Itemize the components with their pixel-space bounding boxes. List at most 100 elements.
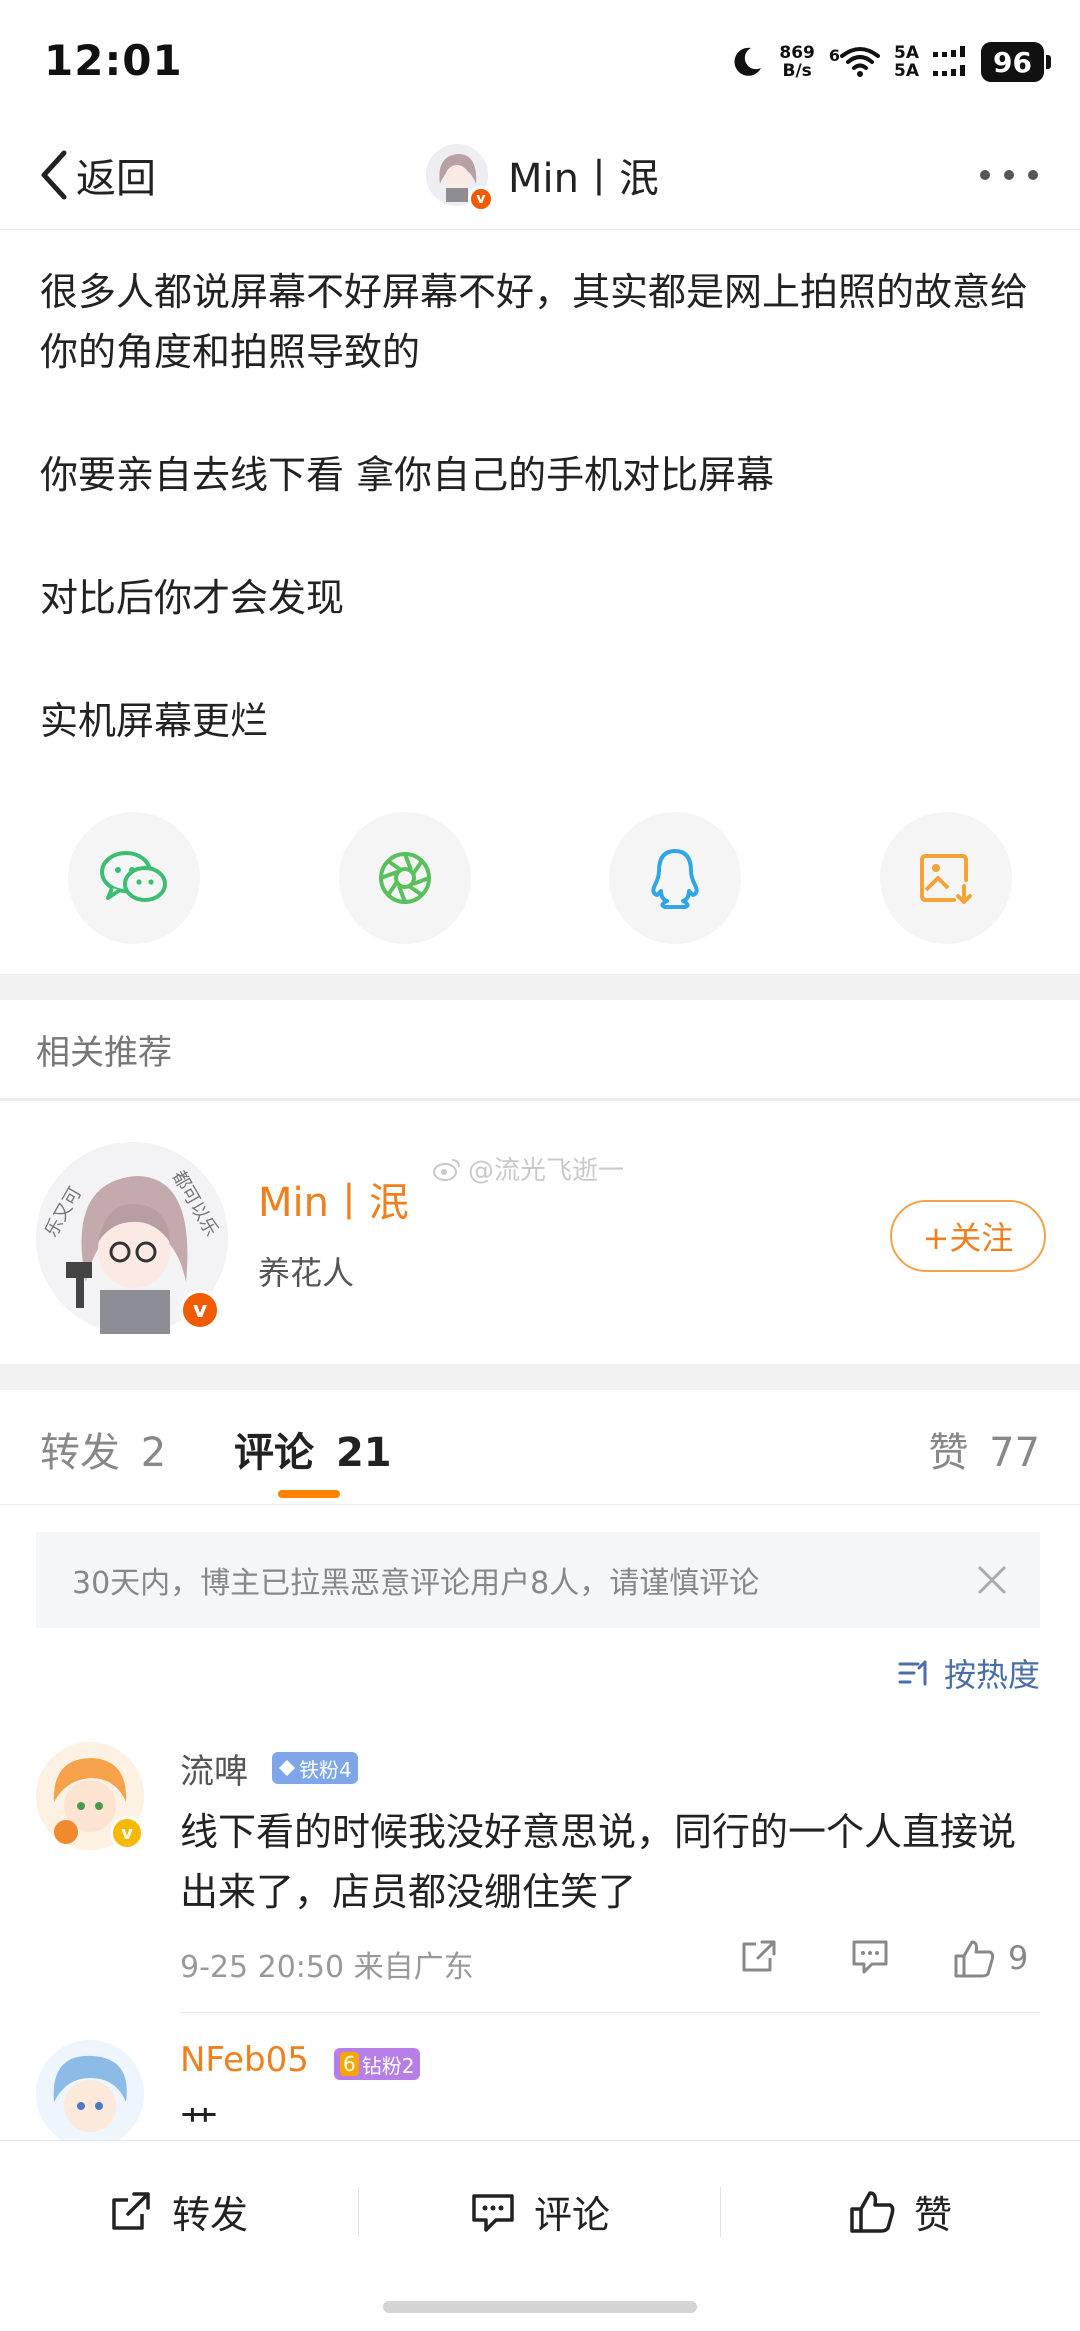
comment-label: 评论: [534, 2192, 611, 2237]
status-time: 12:01: [44, 36, 183, 85]
save-image-icon: [919, 854, 972, 904]
cell-signal: 5A 5A: [894, 44, 919, 80]
share-icon: [742, 1940, 776, 1972]
tab-comments-count: 21: [335, 1430, 392, 1476]
signal-sim2-label: 5A: [894, 61, 920, 81]
comment-button[interactable]: 评论: [470, 2181, 610, 2241]
home-indicator[interactable]: [383, 2301, 697, 2313]
comment-avatar[interactable]: [36, 2040, 144, 2148]
bottom-action-bar: 转发 评论 赞: [0, 2140, 1080, 2331]
sort-label: 按热度: [943, 1656, 1040, 1694]
dnd-moon-icon: [734, 47, 762, 76]
avatar[interactable]: v: [426, 144, 494, 212]
comment-divider: [180, 2012, 1040, 2013]
comment-avatar-illustration: [36, 2040, 144, 2148]
crown-level: 6: [340, 2052, 359, 2076]
comment-text: 线下看的时候我没好意思说，同行的一个人直接说出来了，店员都没绷住笑了: [180, 1810, 1017, 1914]
status-icons: 869 B/s 6 5A 5A 96: [729, 36, 1051, 88]
follow-button[interactable]: +关注: [890, 1200, 1046, 1272]
nav-bar: 返回 v Min丨泯: [0, 120, 1080, 230]
thumbs-up-icon: [954, 1940, 995, 1978]
author-description: 养花人: [258, 1254, 355, 1292]
comment-author-name[interactable]: 流啤: [180, 1744, 248, 1793]
comment-share-button[interactable]: [740, 1936, 780, 1976]
share-row: [68, 812, 1012, 944]
close-icon[interactable]: [974, 1562, 1010, 1598]
more-dot: [980, 170, 990, 180]
post-paragraph: 实机屏幕更烂: [40, 699, 269, 743]
wechat-icon: [100, 851, 167, 902]
post-paragraph: 你要亲自去线下看 拿你自己的手机对比屏幕: [40, 453, 775, 497]
comment-text: 艹: [180, 2103, 219, 2140]
comment-icon: [472, 2194, 514, 2232]
weibo-logo-icon: [433, 1158, 460, 1181]
net-speed: 869 B/s: [779, 44, 815, 80]
comment-meta: 9-25 20:50 来自广东: [180, 1950, 474, 1985]
wifi-icon: [840, 47, 881, 77]
verified-badge: v: [110, 1816, 144, 1850]
fan-badge-label: 钻粉2: [361, 2053, 415, 2078]
comment-notice: 30天内，博主已拉黑恶意评论用户8人，请谨慎评论: [36, 1532, 1040, 1628]
like-button[interactable]: 赞: [848, 2181, 952, 2241]
tab-likes-label: 赞: [928, 1430, 969, 1476]
tab-likes[interactable]: 赞 77: [928, 1420, 1040, 1478]
post-paragraph: 对比后你才会发现: [40, 576, 345, 620]
watermark: @流光飞逝一: [432, 1150, 624, 1187]
net-speed-unit: B/s: [782, 61, 812, 81]
more-options-button[interactable]: [980, 160, 1038, 190]
wifi-label: 6: [828, 46, 841, 65]
tab-repost-label: 转发: [40, 1430, 120, 1476]
tab-repost[interactable]: 转发 2: [40, 1420, 166, 1478]
back-button[interactable]: 返回: [36, 142, 156, 208]
back-label: 返回: [76, 156, 156, 202]
comment-icon: [852, 1940, 888, 1974]
notice-text: 30天内，博主已拉黑恶意评论用户8人，请谨慎评论: [72, 1566, 760, 1601]
nav-user[interactable]: v Min丨泯: [426, 136, 659, 214]
fan-badge: 6 钻粉2: [334, 2048, 421, 2080]
section-divider: [0, 1364, 1080, 1390]
divider-line: [0, 1098, 1080, 1101]
chevron-left-icon: [41, 150, 67, 200]
verified-badge: v: [468, 186, 494, 212]
diamond-icon: [279, 1760, 295, 1776]
fan-badge: 铁粉4: [272, 1752, 358, 1784]
comment-like-count: 9: [1008, 1939, 1029, 1977]
nav-title: Min丨泯: [508, 156, 659, 202]
share-icon: [112, 2192, 150, 2230]
bar-divider: [358, 2187, 359, 2237]
tab-comments[interactable]: 评论 21: [234, 1420, 392, 1478]
author-name[interactable]: Min丨泯: [258, 1170, 409, 1228]
author-avatar[interactable]: 乐又可 都可以乐 v: [36, 1142, 228, 1334]
comment-avatar[interactable]: v: [36, 1742, 144, 1850]
share-qq-button[interactable]: [609, 812, 742, 944]
fan-badge-label: 铁粉4: [299, 1757, 352, 1782]
like-label: 赞: [914, 2192, 953, 2237]
watermark-text: @流光飞逝一: [468, 1156, 625, 1186]
battery-indicator: 96: [981, 42, 1051, 82]
tab-likes-count: 77: [989, 1430, 1040, 1476]
more-dot: [1028, 170, 1038, 180]
share-wechat-button[interactable]: [68, 812, 200, 944]
related-section-label: 相关推荐: [36, 1033, 172, 1073]
status-bar: 12:01 869 B/s 6 5A 5A 96: [0, 0, 1080, 120]
bar-divider: [720, 2187, 721, 2237]
post-paragraph: 很多人都说屏幕不好屏幕不好，其实都是网上拍照的故意给你的角度和拍照导致的: [40, 270, 1029, 374]
comment-author-name[interactable]: NFeb05: [180, 2040, 309, 2080]
sort-icon: [898, 1660, 927, 1686]
comment-like-button[interactable]: 9: [952, 1936, 1028, 1980]
signal-bars-icon: [933, 46, 966, 76]
save-image-button[interactable]: [879, 812, 1012, 944]
signal-sim1-label: 5A: [894, 43, 920, 63]
repost-label: 转发: [172, 2192, 249, 2237]
sort-by-popularity-button[interactable]: 按热度: [898, 1650, 1040, 1696]
wifi-status: 6: [828, 46, 881, 78]
post-body: 很多人都说屏幕不好屏幕不好，其实都是网上拍照的故意给你的角度和拍照导致的 你要亲…: [40, 262, 1040, 814]
net-speed-value: 869: [779, 43, 815, 63]
tab-divider: [0, 1504, 1080, 1505]
comment-reply-button[interactable]: [850, 1936, 890, 1976]
thumbs-up-icon: [850, 2191, 895, 2233]
share-moments-button[interactable]: [338, 812, 471, 944]
section-divider: [0, 974, 1080, 1000]
qq-icon: [651, 849, 699, 909]
repost-button[interactable]: 转发: [108, 2181, 248, 2241]
